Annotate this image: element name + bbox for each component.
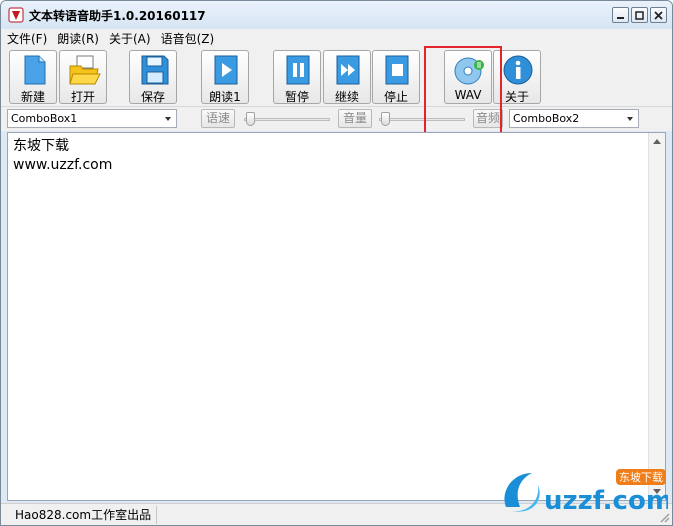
stop-button[interactable]: 停止 [372, 50, 420, 104]
vertical-scrollbar[interactable] [648, 133, 665, 500]
read-button[interactable]: 朗读1 [201, 50, 249, 104]
stop-icon [385, 55, 409, 85]
volume-slider-thumb[interactable] [381, 112, 390, 126]
volume-slider[interactable] [379, 112, 465, 126]
menu-about[interactable]: 关于(A) [109, 30, 151, 47]
minimize-button[interactable] [612, 7, 629, 23]
save-disk-icon [141, 55, 169, 85]
fast-forward-icon [336, 55, 360, 85]
speed-slider[interactable] [244, 112, 330, 126]
new-button[interactable]: 新建 [9, 50, 57, 104]
watermark-brand: uzzf.com [544, 486, 668, 516]
new-document-icon [24, 55, 46, 85]
speed-slider-thumb[interactable] [246, 112, 255, 126]
open-button[interactable]: 打开 [59, 50, 107, 104]
maximize-icon [635, 11, 644, 20]
chevron-down-icon [627, 117, 633, 121]
wav-button[interactable]: WAV [444, 50, 492, 104]
toolbar: 新建 打开 保存 朗读1 暂停 继续 停止 WAV 关于 [1, 47, 672, 107]
app-icon [8, 7, 24, 23]
about-button[interactable]: 关于 [493, 50, 541, 104]
app-window: 文本转语音助手1.0.20160117 文件(F) 朗读(R) 关于(A) 语音… [0, 0, 673, 526]
save-button[interactable]: 保存 [129, 50, 177, 104]
title-bar[interactable]: 文本转语音助手1.0.20160117 [1, 1, 672, 29]
output-combobox[interactable]: ComboBox2 [509, 109, 639, 128]
uzzf-logo: uzzf.com 东坡下载 [504, 469, 668, 516]
pause-button[interactable]: 暂停 [273, 50, 321, 104]
window-title: 文本转语音助手1.0.20160117 [29, 9, 206, 23]
editor-content[interactable]: 东坡下载 www.uzzf.com [13, 137, 112, 175]
resume-button[interactable]: 继续 [323, 50, 371, 104]
pitch-button[interactable]: 音频 [473, 109, 503, 128]
info-icon [503, 55, 533, 85]
menu-bar: 文件(F) 朗读(R) 关于(A) 语音包(Z) [1, 29, 672, 47]
chevron-down-icon [165, 117, 171, 121]
close-icon [654, 11, 663, 20]
close-button[interactable] [650, 7, 667, 23]
voice-combobox[interactable]: ComboBox1 [7, 109, 177, 128]
maximize-button[interactable] [631, 7, 648, 23]
menu-file[interactable]: 文件(F) [7, 30, 47, 47]
audio-disc-icon [454, 57, 484, 85]
speed-button[interactable]: 语速 [201, 109, 235, 128]
menu-voice-pack[interactable]: 语音包(Z) [161, 30, 215, 47]
volume-button[interactable]: 音量 [338, 109, 372, 128]
text-editor[interactable]: 东坡下载 www.uzzf.com [7, 132, 666, 501]
minimize-icon [617, 17, 624, 19]
status-text: Hao828.com工作室出品 [9, 506, 157, 524]
scroll-up-icon[interactable] [653, 138, 661, 144]
control-bar: ComboBox1 语速 音量 音频 ComboBox2 [1, 107, 672, 131]
open-folder-icon [69, 55, 101, 85]
pause-icon [286, 55, 310, 85]
watermark-badge: 东坡下载 [619, 471, 663, 484]
play-icon [214, 55, 238, 85]
menu-read[interactable]: 朗读(R) [57, 30, 99, 47]
